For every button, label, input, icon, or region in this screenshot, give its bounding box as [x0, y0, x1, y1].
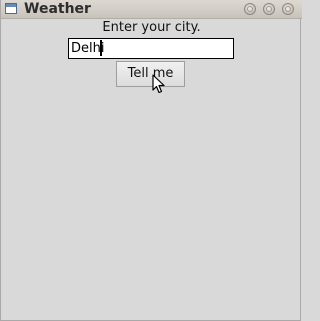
city-input[interactable] [68, 38, 234, 59]
city-prompt-label: Enter your city. [102, 20, 201, 35]
window-app-icon[interactable] [5, 3, 17, 14]
text-caret [100, 40, 102, 56]
arrow-cursor-icon [152, 74, 165, 94]
maximize-icon[interactable] [263, 3, 275, 15]
minimize-icon[interactable] [244, 3, 256, 15]
window-title: Weather [24, 1, 91, 17]
title-bar[interactable]: Weather [1, 0, 302, 19]
close-icon[interactable] [282, 3, 294, 15]
weather-window: Weather Enter your city. Tell me [0, 0, 302, 321]
tell-me-button[interactable]: Tell me [116, 61, 185, 87]
